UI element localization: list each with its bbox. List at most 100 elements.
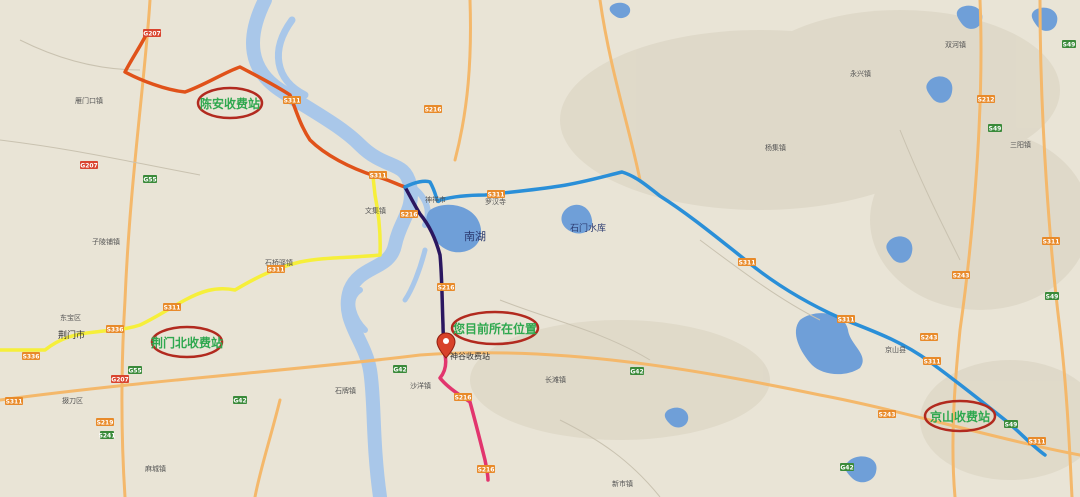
svg-text:S216: S216 <box>455 395 472 402</box>
svg-text:S49: S49 <box>989 126 1002 133</box>
shield-s212: S212 <box>977 95 995 104</box>
shield-s216-b: S216 <box>400 210 418 219</box>
map-canvas[interactable]: 陈安收费站 荆门北收费站 京山收费站 您目前所在位置 神谷收费站 南湖 石门水库… <box>0 0 1080 497</box>
shield-g207-c: G207 <box>111 375 129 384</box>
shield-s49-d: S49 <box>1062 40 1076 49</box>
shield-s49-b: S49 <box>1045 292 1059 301</box>
shield-s49-c: S49 <box>1004 420 1018 429</box>
shield-s311-j: S311 <box>5 397 23 406</box>
chenan-station-label: 陈安收费站 <box>200 96 260 111</box>
shield-s243-b: S243 <box>920 333 938 342</box>
place-shapan: 沙洋镇 <box>410 381 431 390</box>
svg-text:S311: S311 <box>164 305 181 312</box>
shield-s336-b: S336 <box>106 325 124 334</box>
svg-text:G55: G55 <box>128 368 141 375</box>
svg-text:S49: S49 <box>1005 422 1018 429</box>
shield-s311-b: S311 <box>369 171 387 180</box>
shield-s49-a: S49 <box>988 124 1002 133</box>
shield-s311-f: S311 <box>923 357 941 366</box>
svg-text:G55: G55 <box>143 177 156 184</box>
place-shimen-reservoir: 石门水库 <box>570 222 606 234</box>
svg-text:S336: S336 <box>107 327 124 334</box>
svg-text:G207: G207 <box>143 31 160 38</box>
svg-text:S311: S311 <box>488 192 505 199</box>
place-zishi: 子陵铺镇 <box>92 237 120 246</box>
svg-text:S311: S311 <box>739 260 756 267</box>
svg-text:S49: S49 <box>1063 42 1076 49</box>
shield-g207-b: G207 <box>80 161 98 170</box>
shield-s216-d: S216 <box>454 393 472 402</box>
place-lindi: 麻城镇 <box>145 464 166 473</box>
shield-s216-e: S216 <box>477 465 495 474</box>
svg-text:S311: S311 <box>924 359 941 366</box>
place-dongbao: 东宝区 <box>60 313 81 322</box>
svg-text:S243: S243 <box>879 412 896 419</box>
svg-text:G207: G207 <box>111 377 128 384</box>
shield-s241: S241 <box>99 431 116 440</box>
svg-text:S336: S336 <box>23 354 40 361</box>
shield-g207-a: G207 <box>143 29 161 38</box>
place-jingmen: 荆门市 <box>58 329 85 341</box>
shield-s336: S336 <box>22 352 40 361</box>
current-position-label: 您目前所在位置 <box>453 321 537 336</box>
map-svg: 陈安收费站 荆门北收费站 京山收费站 您目前所在位置 神谷收费站 南湖 石门水库… <box>0 0 1080 497</box>
svg-text:S311: S311 <box>370 173 387 180</box>
place-chang: 长滩镇 <box>545 375 566 384</box>
place-duodao: 掇刀区 <box>62 396 83 405</box>
place-yongxing: 永兴镇 <box>850 69 871 78</box>
shield-s311-e: S311 <box>837 315 855 324</box>
shield-s311-i: S311 <box>163 303 181 312</box>
place-nanhu: 南湖 <box>464 230 486 243</box>
place-yanmen: 杨集镇 <box>765 143 786 152</box>
svg-text:S311: S311 <box>268 267 285 274</box>
place-shuangmiao: 双河镇 <box>945 40 966 49</box>
shield-s219: S219 <box>96 418 114 427</box>
svg-text:S216: S216 <box>438 285 455 292</box>
shield-s243-c: S243 <box>878 410 896 419</box>
svg-text:G207: G207 <box>80 163 97 170</box>
svg-text:S241: S241 <box>99 433 116 440</box>
svg-text:S311: S311 <box>838 317 855 324</box>
shield-s243-a: S243 <box>952 271 970 280</box>
shield-s311-c: S311 <box>487 190 505 199</box>
shield-s311-h: S311 <box>267 265 285 274</box>
shield-g55-a: G55 <box>143 175 157 184</box>
jingmen-north-station-label: 荆门北收费站 <box>151 335 223 350</box>
shield-g42-c: G42 <box>630 367 644 376</box>
svg-text:S243: S243 <box>953 273 970 280</box>
svg-text:S311: S311 <box>284 98 301 105</box>
svg-text:S311: S311 <box>1029 439 1046 446</box>
shield-s311-g: S311 <box>1028 437 1046 446</box>
shield-g55-b: G55 <box>128 366 142 375</box>
place-wenji: 文集镇 <box>365 206 386 215</box>
place-xinma: 新市镇 <box>612 479 633 488</box>
place-yanshi: 雁门口镇 <box>75 96 103 105</box>
svg-text:S219: S219 <box>97 420 114 427</box>
toll-here-label: 神谷收费站 <box>450 351 490 361</box>
svg-text:S216: S216 <box>425 107 442 114</box>
svg-text:S49: S49 <box>1046 294 1059 301</box>
svg-text:S243: S243 <box>921 335 938 342</box>
place-jingshan-county: 京山县 <box>885 345 906 354</box>
svg-text:G42: G42 <box>630 369 643 376</box>
jingshan-station-label: 京山收费站 <box>930 409 990 424</box>
svg-text:S212: S212 <box>978 97 995 104</box>
shield-g42-a: G42 <box>233 396 247 405</box>
shield-s311-d: S311 <box>738 258 756 267</box>
shield-s216-a: S216 <box>424 105 442 114</box>
shield-s311-a: S311 <box>283 96 301 105</box>
svg-text:G42: G42 <box>393 367 406 374</box>
shield-g42-b: G42 <box>393 365 407 374</box>
shield-g42-d: G42 <box>840 463 854 472</box>
svg-text:S216: S216 <box>478 467 495 474</box>
place-shanyang: 神祥市 <box>425 195 446 204</box>
place-luohan: 罗汉寺 <box>485 198 506 206</box>
shield-s311-k: S311 <box>1042 237 1060 246</box>
svg-text:G42: G42 <box>233 398 246 405</box>
svg-text:S311: S311 <box>6 399 23 406</box>
svg-text:S216: S216 <box>401 212 418 219</box>
place-shengjing: 石牌镇 <box>335 386 356 395</box>
svg-text:G42: G42 <box>840 465 853 472</box>
svg-text:S311: S311 <box>1043 239 1060 246</box>
place-sanyang: 三阳镇 <box>1010 140 1031 149</box>
